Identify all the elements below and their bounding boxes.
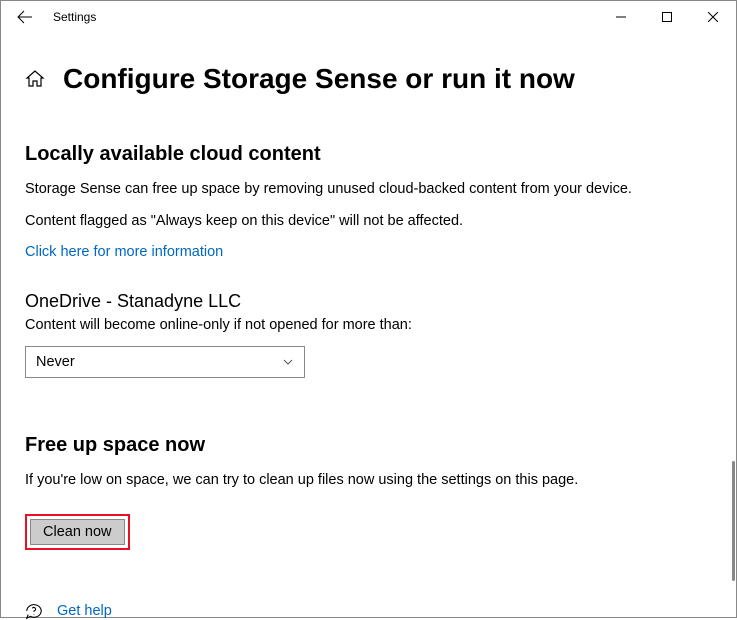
threshold-label: Content will become online-only if not o… xyxy=(25,316,712,336)
back-button[interactable] xyxy=(9,1,41,33)
close-icon xyxy=(708,12,718,22)
back-arrow-icon xyxy=(17,9,33,25)
cloud-section-heading: Locally available cloud content xyxy=(25,143,712,166)
window-controls xyxy=(598,1,736,33)
cloud-description-2: Content flagged as "Always keep on this … xyxy=(25,212,712,232)
free-up-description: If you're low on space, we can try to cl… xyxy=(25,471,712,491)
more-info-link[interactable]: Click here for more information xyxy=(25,244,223,260)
minimize-button[interactable] xyxy=(598,1,644,33)
page-header: Configure Storage Sense or run it now xyxy=(25,63,712,95)
maximize-button[interactable] xyxy=(644,1,690,33)
clean-now-button[interactable]: Clean now xyxy=(30,519,125,545)
dropdown-selected-value: Never xyxy=(36,354,75,370)
get-help-row[interactable]: Get help xyxy=(25,602,712,620)
window-title: Settings xyxy=(53,10,96,24)
chevron-down-icon xyxy=(282,356,294,368)
threshold-dropdown[interactable]: Never xyxy=(25,346,305,378)
home-icon[interactable] xyxy=(25,69,45,89)
help-icon xyxy=(25,602,43,620)
scrollbar-thumb[interactable] xyxy=(732,461,735,581)
maximize-icon xyxy=(662,12,672,22)
cloud-description-1: Storage Sense can free up space by remov… xyxy=(25,180,712,200)
free-up-heading: Free up space now xyxy=(25,434,712,457)
free-up-section: Free up space now If you're low on space… xyxy=(25,434,712,551)
minimize-icon xyxy=(616,12,626,22)
titlebar: Settings xyxy=(1,1,736,33)
onedrive-account-name: OneDrive - Stanadyne LLC xyxy=(25,291,712,312)
get-help-link[interactable]: Get help xyxy=(57,603,112,619)
close-button[interactable] xyxy=(690,1,736,33)
page-title: Configure Storage Sense or run it now xyxy=(63,63,575,95)
content-area: Configure Storage Sense or run it now Lo… xyxy=(1,33,736,620)
clean-now-highlight: Clean now xyxy=(25,514,130,550)
